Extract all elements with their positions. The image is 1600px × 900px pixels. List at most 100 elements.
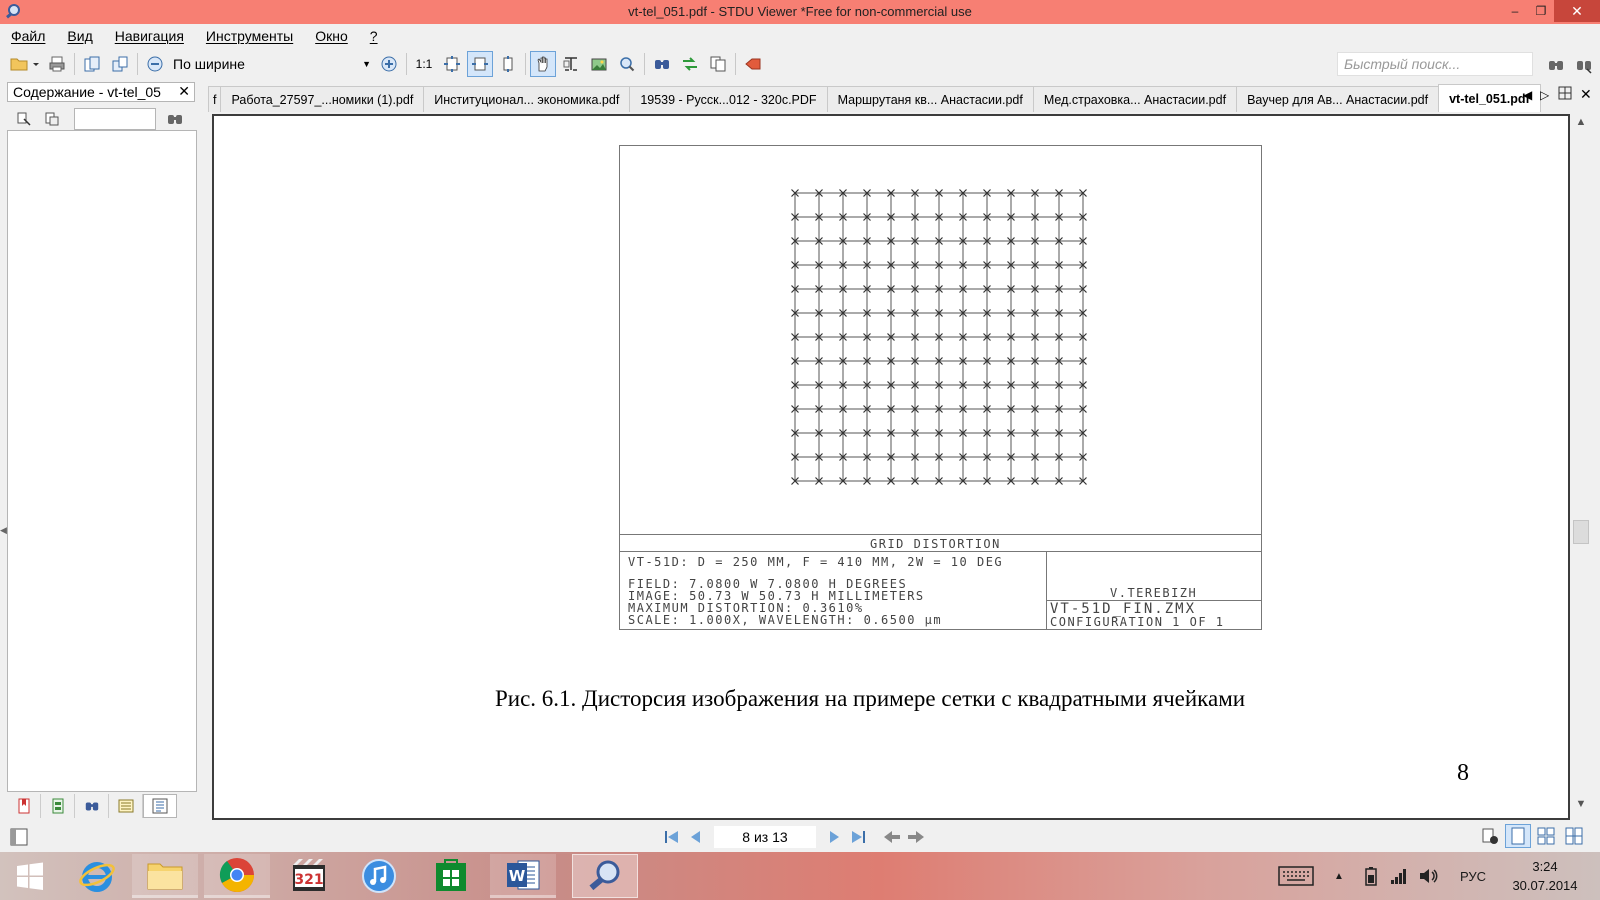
tab-vaucher[interactable]: Ваучер для Ав... Анастасии.pdf bbox=[1236, 86, 1440, 112]
page-number: 8 bbox=[1457, 760, 1469, 786]
network-icon[interactable] bbox=[1390, 852, 1408, 900]
menu-navigation[interactable]: Навигация bbox=[104, 28, 195, 44]
history-forward-icon[interactable] bbox=[904, 826, 928, 848]
tab-russk[interactable]: 19539 - Русск...012 - 320c.PDF bbox=[629, 86, 828, 112]
settings-icon[interactable] bbox=[1477, 824, 1503, 848]
continuous-view-icon[interactable] bbox=[1533, 824, 1559, 848]
figure-info-line1: VT-51D: D = 250 MM, F = 410 MM, 2W = 10 … bbox=[628, 555, 1004, 569]
last-page-icon[interactable] bbox=[846, 826, 870, 848]
select-text-button[interactable] bbox=[558, 51, 584, 77]
clock-time: 3:24 bbox=[1532, 859, 1558, 874]
volume-icon[interactable] bbox=[1418, 852, 1440, 900]
magnifier-tool-button[interactable] bbox=[614, 51, 640, 77]
expand-tree-icon[interactable] bbox=[11, 106, 37, 132]
thumbnails-tab-icon[interactable] bbox=[41, 794, 75, 818]
fit-page-button[interactable] bbox=[439, 51, 465, 77]
search-options-icon[interactable] bbox=[1571, 52, 1597, 78]
menu-view[interactable]: Вид bbox=[56, 28, 103, 44]
input-language[interactable]: РУС bbox=[1460, 852, 1486, 900]
tab-scroll-left-icon[interactable]: ◀ bbox=[1523, 88, 1532, 102]
zoom-select[interactable]: По ширине ▼ bbox=[169, 53, 375, 75]
title-bar: vt-tel_051.pdf - STDU Viewer *Free for n… bbox=[0, 0, 1600, 24]
figure-caption: Рис. 6.1. Дисторсия изображения на приме… bbox=[495, 686, 1246, 711]
panel-collapse-icon[interactable]: ◀ bbox=[0, 525, 7, 536]
close-icon[interactable]: ✕ bbox=[178, 83, 190, 100]
select-image-button[interactable] bbox=[586, 51, 612, 77]
menu-file[interactable]: Файл bbox=[0, 28, 56, 44]
open-file-button[interactable] bbox=[6, 51, 42, 77]
stdu-viewer-taskbar-icon[interactable] bbox=[572, 854, 638, 898]
first-page-icon[interactable] bbox=[660, 826, 684, 848]
tab-close-icon[interactable]: ✕ bbox=[1580, 86, 1592, 103]
collapse-tree-icon[interactable] bbox=[39, 106, 65, 132]
minimize-button[interactable]: – bbox=[1502, 0, 1528, 22]
fit-width-button[interactable] bbox=[467, 51, 493, 77]
fit-height-button[interactable] bbox=[495, 51, 521, 77]
print-button[interactable] bbox=[44, 51, 70, 77]
touch-keyboard-icon[interactable] bbox=[1278, 852, 1314, 900]
actual-size-button[interactable]: 1:1 bbox=[411, 51, 437, 77]
menu-window[interactable]: Окно bbox=[304, 28, 359, 44]
toggle-panel-icon[interactable] bbox=[10, 828, 28, 849]
start-button[interactable] bbox=[0, 854, 60, 898]
page-indicator[interactable]: 8 из 13 bbox=[714, 826, 816, 848]
figure-author: V.TEREBIZH bbox=[1110, 586, 1198, 600]
vertical-scrollbar[interactable]: ▲ ▼ bbox=[1568, 114, 1592, 820]
menu-help[interactable]: ? bbox=[359, 28, 389, 44]
contents-find-icon[interactable] bbox=[162, 106, 188, 132]
bookmarks-tab-icon[interactable] bbox=[7, 794, 41, 818]
contents-tab-icon[interactable] bbox=[143, 794, 177, 818]
go-to-button[interactable] bbox=[677, 51, 703, 77]
scroll-down-icon[interactable]: ▼ bbox=[1570, 798, 1592, 818]
media-player-classic-icon[interactable]: 321 bbox=[276, 854, 342, 898]
battery-icon[interactable] bbox=[1364, 852, 1378, 900]
tab-partial[interactable]: f bbox=[208, 86, 222, 112]
menu-tools[interactable]: Инструменты bbox=[195, 28, 304, 44]
scroll-up-icon[interactable]: ▲ bbox=[1570, 116, 1592, 136]
contents-tree[interactable] bbox=[7, 130, 197, 792]
chrome-icon[interactable] bbox=[204, 854, 270, 898]
search-icon[interactable] bbox=[1543, 52, 1569, 78]
itunes-icon[interactable] bbox=[346, 854, 412, 898]
search-results-tab-icon[interactable] bbox=[75, 794, 109, 818]
tab-institutsional[interactable]: Институционал... экономика.pdf bbox=[423, 86, 631, 112]
close-button[interactable]: ✕ bbox=[1554, 0, 1600, 22]
quick-search-input[interactable]: Быстрый поиск... bbox=[1337, 52, 1533, 76]
next-page-icon[interactable] bbox=[822, 826, 846, 848]
copy-button[interactable] bbox=[705, 51, 731, 77]
contents-panel: Содержание - vt-tel_05 ✕ ◀ bbox=[0, 80, 200, 820]
document-tabs: f Работа_27597_...номики (1).pdf Институ… bbox=[208, 84, 1572, 112]
contents-search-input[interactable] bbox=[74, 108, 156, 130]
word-icon[interactable]: W bbox=[490, 854, 556, 898]
chevron-down-icon: ▼ bbox=[362, 59, 371, 69]
figure-info-line5: SCALE: 1.000X, WAVELENGTH: 0.6500 µm bbox=[628, 613, 943, 627]
hand-tool-button[interactable] bbox=[530, 51, 556, 77]
tab-medstrakhovka[interactable]: Мед.страховка... Анастасии.pdf bbox=[1032, 86, 1238, 112]
tab-marshrutnaya[interactable]: Маршрутаня кв... Анастасии.pdf bbox=[826, 86, 1034, 112]
scroll-thumb[interactable] bbox=[1573, 520, 1589, 544]
export-page-icon[interactable] bbox=[79, 51, 105, 77]
grid-distortion-figure: GRID DISTORTION VT-51D: D = 250 MM, F = … bbox=[619, 145, 1262, 630]
taskbar-clock[interactable]: 3:24 30.07.2014 bbox=[1502, 857, 1588, 895]
figure-title: GRID DISTORTION bbox=[870, 537, 1001, 551]
find-button[interactable] bbox=[649, 51, 675, 77]
internet-explorer-icon[interactable] bbox=[64, 854, 130, 898]
prev-page-icon[interactable] bbox=[684, 826, 708, 848]
zoom-in-button[interactable] bbox=[376, 51, 402, 77]
file-explorer-icon[interactable] bbox=[132, 854, 198, 898]
maximize-button[interactable]: ❐ bbox=[1528, 0, 1554, 22]
facing-view-icon[interactable] bbox=[1561, 824, 1587, 848]
single-page-view-icon[interactable] bbox=[1505, 824, 1531, 848]
tab-list-icon[interactable] bbox=[1558, 86, 1572, 103]
notes-tab-icon[interactable] bbox=[109, 794, 143, 818]
tab-rabota[interactable]: Работа_27597_...номики (1).pdf bbox=[220, 86, 425, 112]
tab-scroll-right-icon[interactable]: ▷ bbox=[1540, 88, 1549, 102]
history-back-icon[interactable] bbox=[880, 826, 904, 848]
bookmark-add-icon[interactable] bbox=[740, 51, 766, 77]
navigation-bar: 8 из 13 bbox=[0, 822, 1600, 852]
export-text-icon[interactable] bbox=[107, 51, 133, 77]
main-toolbar: По ширине ▼ 1:1 Быстрый поиск... bbox=[0, 48, 1600, 80]
windows-store-icon[interactable] bbox=[418, 854, 484, 898]
zoom-out-button[interactable] bbox=[142, 51, 168, 77]
show-hidden-icons-icon[interactable]: ▲ bbox=[1334, 852, 1344, 900]
